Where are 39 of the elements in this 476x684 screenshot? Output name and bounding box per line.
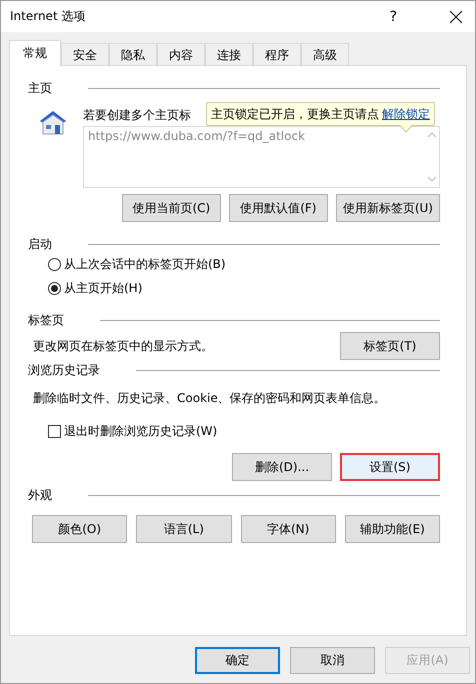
dialog-button[interactable]: 确定 <box>195 647 280 674</box>
homepage-description: 若要创建多个主页标 <box>83 107 191 124</box>
radio-label: 从上次会话中的标签页开始(B) <box>64 256 226 272</box>
appearance-button[interactable]: 字体(N) <box>240 515 336 543</box>
tab[interactable]: 隐私 <box>109 43 157 66</box>
tab[interactable]: 常规 <box>9 40 61 66</box>
tabs-description: 更改网页在标签页中的显示方式。 <box>33 338 213 354</box>
homepage-button[interactable]: 使用当前页(C) <box>122 194 221 222</box>
section-heading: 外观 <box>28 486 52 504</box>
section-heading: 主页 <box>28 80 52 96</box>
section-heading: 启动 <box>28 236 52 252</box>
tab[interactable]: 高级 <box>301 43 349 66</box>
tab[interactable]: 内容 <box>157 43 205 66</box>
radio-button[interactable] <box>48 258 61 270</box>
section-heading: 标签页 <box>28 312 64 328</box>
homepage-field[interactable]: https://www.duba.com/?f=qd_atlock <box>83 126 440 188</box>
homepage-button[interactable]: 使用新标签页(U) <box>336 194 440 222</box>
appearance-button[interactable]: 语言(L) <box>136 515 232 543</box>
tab[interactable]: 安全 <box>61 43 109 66</box>
tab[interactable]: 连接 <box>205 43 253 66</box>
radio-button[interactable] <box>48 282 61 294</box>
unlock-link[interactable]: 解除锁定 <box>382 107 430 121</box>
close-icon[interactable] <box>449 10 463 24</box>
tabs-button[interactable]: 标签页(T) <box>340 332 440 360</box>
appearance-button[interactable]: 颜色(O) <box>32 515 128 543</box>
checkbox-label: 退出时删除浏览历史记录(W) <box>64 422 218 440</box>
homepage-button[interactable]: 使用默认值(F) <box>228 194 328 222</box>
history-description: 删除临时文件、历史记录、Cookie、保存的密码和网页表单信息。 <box>33 390 387 407</box>
help-button[interactable]: ? <box>390 8 397 24</box>
tab[interactable]: 程序 <box>253 43 301 66</box>
section-heading: 浏览历史记录 <box>28 362 100 378</box>
history-button[interactable]: 删除(D)... <box>232 453 332 481</box>
dialog-button[interactable]: 取消 <box>290 647 375 674</box>
appearance-button[interactable]: 辅助功能(E) <box>344 515 440 543</box>
radio-label: 从主页开始(H) <box>64 280 142 296</box>
checkbox[interactable] <box>48 424 61 438</box>
tooltip-text: 主页锁定已开启，更换主页请点 <box>211 107 379 121</box>
window-title: Internet 选项 <box>10 8 86 25</box>
history-button[interactable]: 设置(S) <box>340 453 440 481</box>
